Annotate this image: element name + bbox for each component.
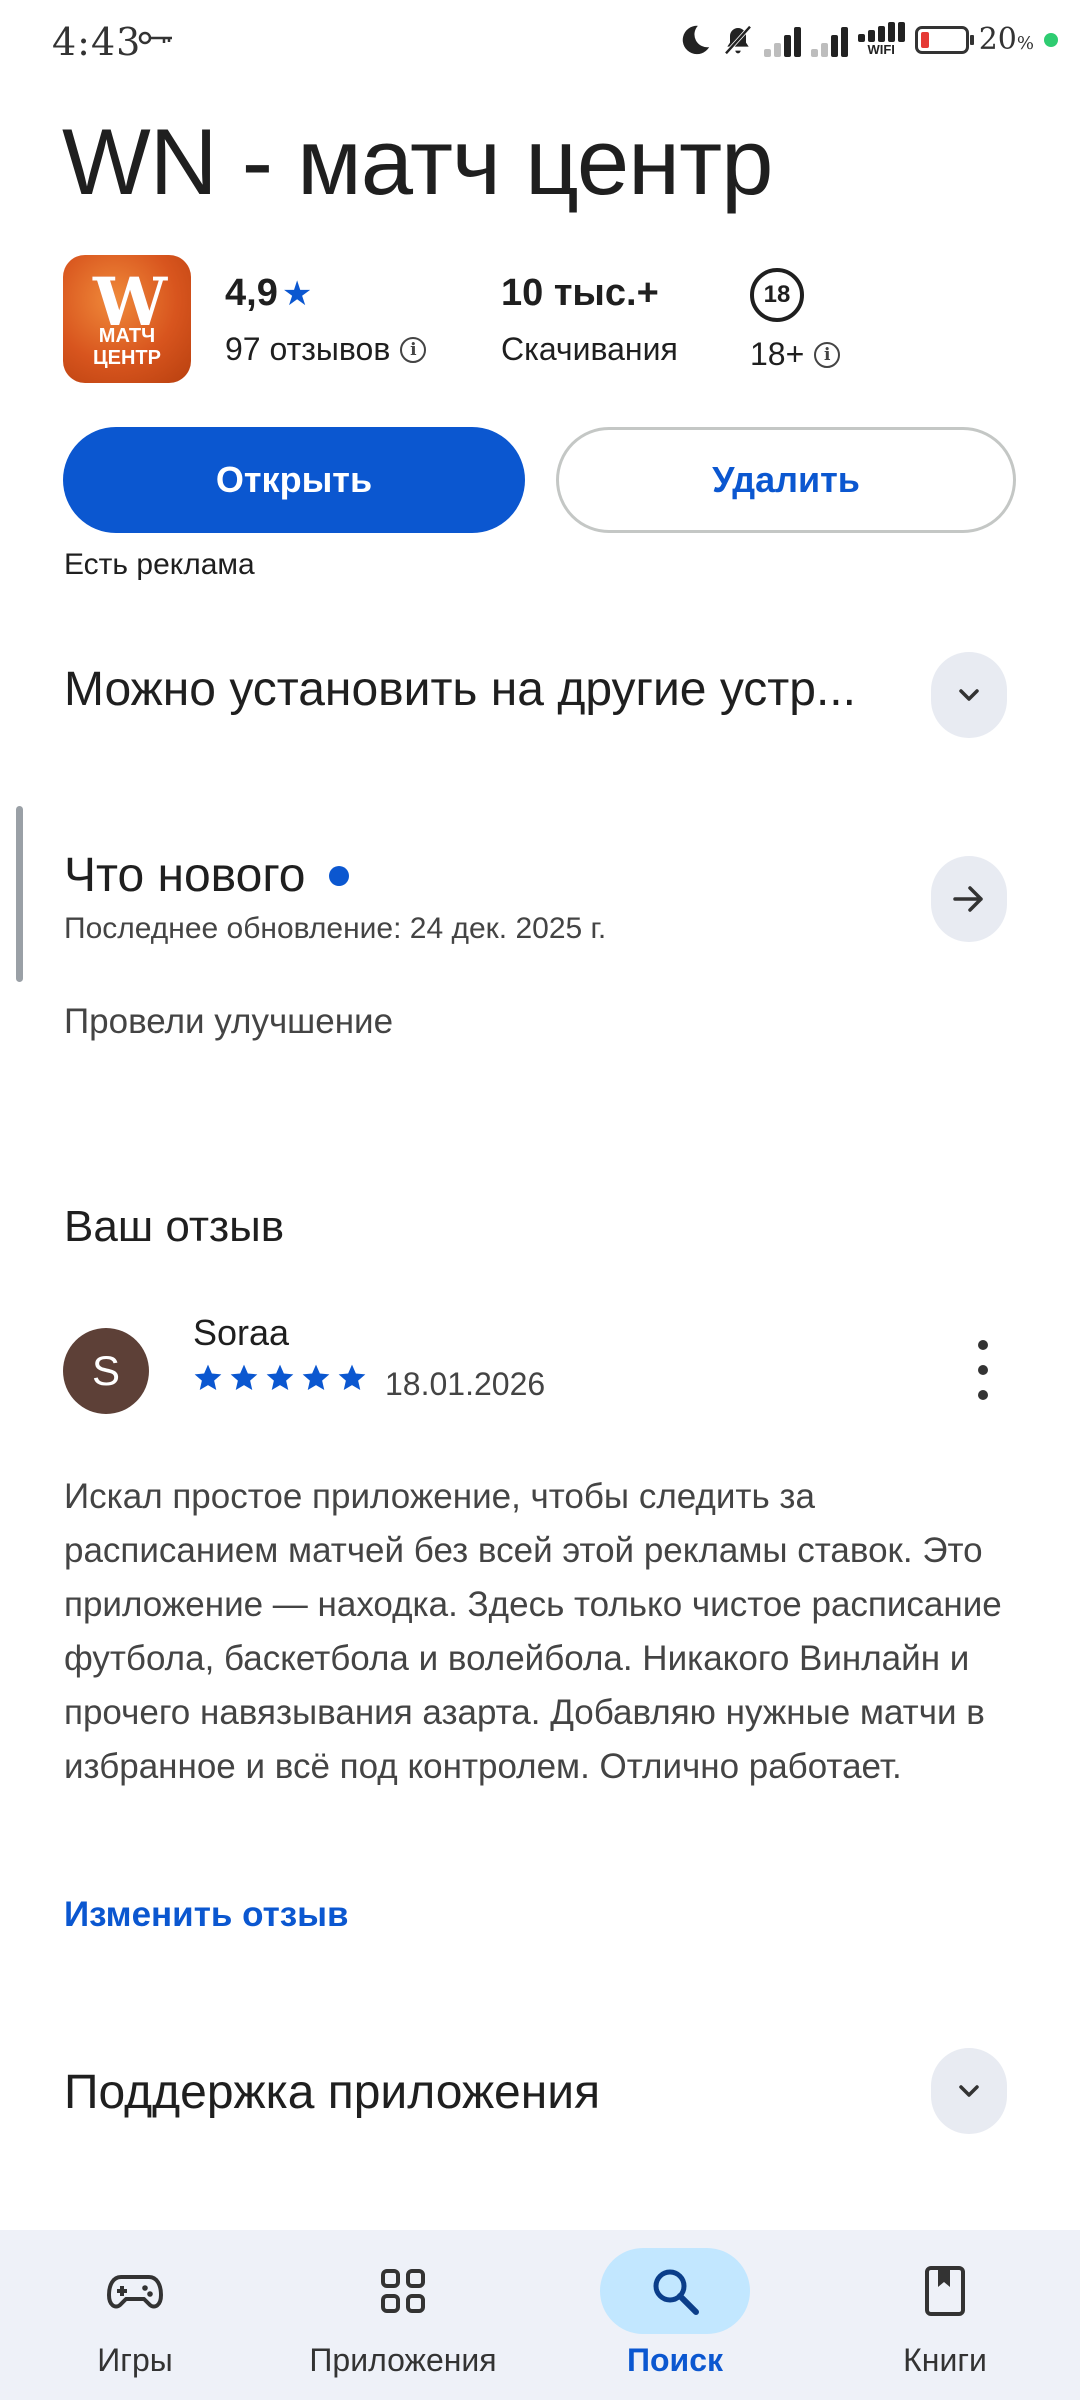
edit-review-link[interactable]: Изменить отзыв: [64, 1895, 349, 1935]
chevron-down-icon: [959, 2085, 979, 2097]
nav-books[interactable]: Книги: [870, 2230, 1020, 2400]
avatar: S: [63, 1328, 149, 1414]
app-icon-text-2: ЦЕНТР: [93, 347, 161, 369]
nav-books-label: Книги: [903, 2342, 987, 2378]
star-icon: [338, 1364, 366, 1390]
search-icon: [653, 2269, 699, 2315]
apps-grid-icon: [381, 2269, 425, 2313]
your-review-title: Ваш отзыв: [64, 1202, 285, 1251]
rating-stat[interactable]: 4,9 ★ 97 отзывов i: [225, 272, 427, 368]
do-not-disturb-moon-icon: [682, 25, 709, 54]
downloads-label: Скачивания: [501, 331, 678, 367]
expand-app-support-button[interactable]: [931, 2048, 1007, 2134]
info-icon: i: [400, 336, 427, 363]
nav-games-label: Игры: [97, 2342, 173, 2378]
contains-ads-note: Есть реклама: [64, 548, 255, 581]
bell-off-icon: [724, 24, 752, 55]
star-icon: ★: [281, 274, 313, 313]
nav-apps-label: Приложения: [309, 2342, 497, 2378]
charging-indicator: [1044, 32, 1058, 47]
app-title: WN - матч центр: [62, 109, 773, 214]
new-indicator-dot: [329, 865, 350, 886]
wifi-label: WIFI: [867, 42, 895, 57]
battery-icon: [914, 25, 974, 54]
downloads-stat: 10 тыс.+ Скачивания: [501, 272, 678, 368]
review-date: 18.01.2026: [385, 1366, 546, 1402]
wifi-icon: WIFI: [857, 22, 905, 57]
review-stars: [192, 1362, 368, 1394]
star-icon: [194, 1364, 222, 1390]
nav-apps[interactable]: Приложения: [303, 2230, 503, 2400]
more-options-icon[interactable]: [968, 1340, 998, 1400]
app-icon-text-1: МАТЧ: [98, 325, 156, 347]
downloads-value: 10 тыс.+: [501, 272, 659, 314]
chevron-down-icon: [959, 689, 979, 701]
signal-strength-2-icon: [810, 23, 848, 57]
age-rating-label: 18+: [750, 336, 805, 372]
whats-new-title: Что нового: [64, 849, 306, 902]
nav-games[interactable]: Игры: [60, 2230, 210, 2400]
info-icon: i: [814, 341, 841, 368]
expand-other-devices-button[interactable]: [931, 652, 1007, 738]
whats-new-text: Провели улучшение: [64, 1002, 394, 1041]
star-icon: [230, 1364, 258, 1390]
nav-search[interactable]: Поиск: [600, 2230, 750, 2400]
scroll-indicator[interactable]: [16, 806, 23, 982]
age-rating-badge: 18: [750, 268, 804, 322]
reviews-count: 97 отзывов: [225, 331, 391, 367]
rating-value: 4,9: [225, 272, 278, 314]
open-button[interactable]: Открыть: [63, 427, 525, 533]
arrow-right-icon: [953, 886, 983, 912]
other-devices-title: Можно установить на другие устр...: [64, 663, 856, 716]
status-time: 4:43: [52, 20, 142, 64]
app-support-title: Поддержка приложения: [64, 2066, 601, 2119]
nav-search-label: Поиск: [626, 2342, 724, 2378]
gamepad-icon: [107, 2275, 163, 2309]
star-icon: [302, 1364, 330, 1390]
review-author: Soraa: [193, 1312, 290, 1353]
star-icon: [266, 1364, 294, 1390]
uninstall-button[interactable]: Удалить: [556, 427, 1016, 533]
review-text: Искал простое приложение, чтобы следить …: [64, 1477, 1002, 1786]
age-rating-stat[interactable]: 18 18+ i: [750, 268, 841, 373]
battery-percent: 20%: [978, 22, 1034, 57]
signal-strength-icon: [763, 23, 801, 57]
book-icon: [925, 2266, 965, 2316]
vpn-key-icon: [138, 30, 174, 51]
bottom-navigation: Игры Приложения Поиск Книги: [0, 2230, 1080, 2400]
whats-new-header: Что нового: [64, 848, 350, 903]
last-update-date: Последнее обновление: 24 дек. 2025 г.: [64, 912, 607, 945]
status-icons: WIFI 20%: [678, 22, 1058, 57]
whats-new-arrow-button[interactable]: [931, 856, 1007, 942]
app-icon: W МАТЧ ЦЕНТР: [63, 255, 191, 383]
